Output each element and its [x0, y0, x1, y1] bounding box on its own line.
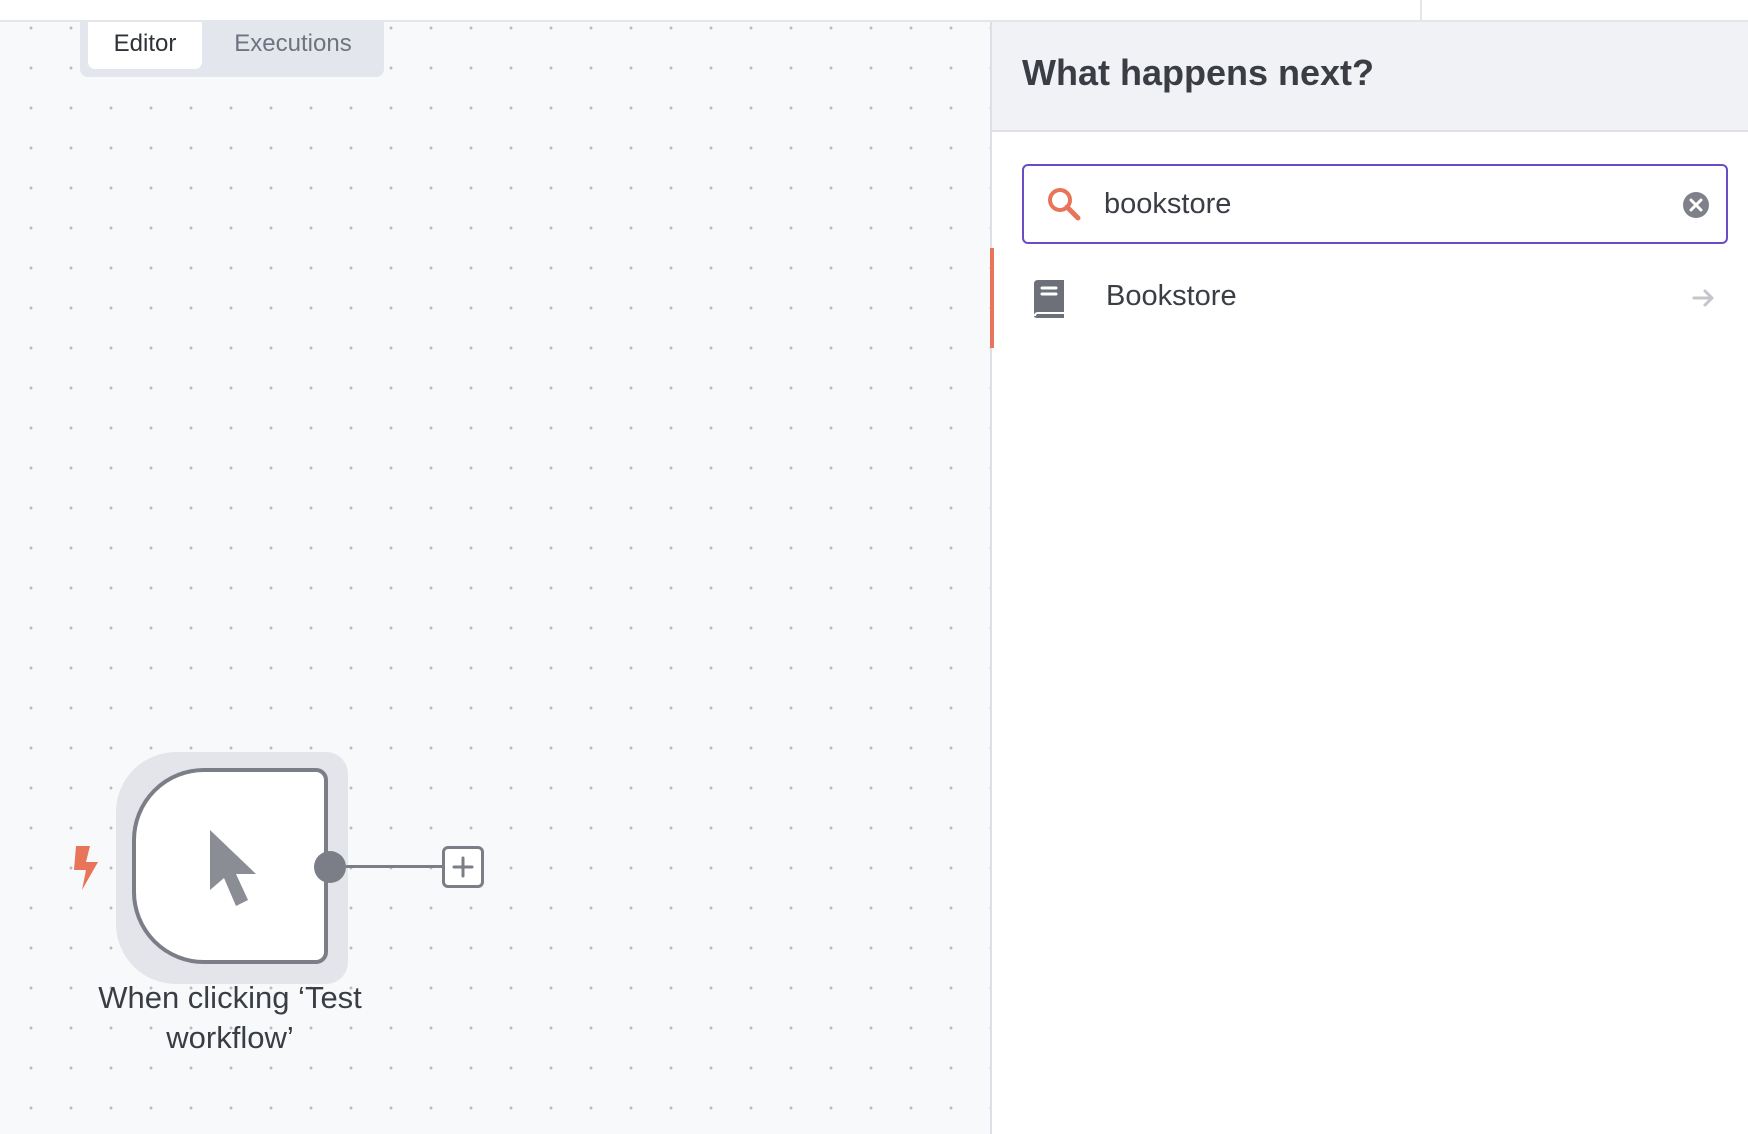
workflow-canvas[interactable]: Editor Executions When clicking ‘Test wo…	[0, 22, 990, 1134]
editor-tabs: Editor Executions	[80, 22, 384, 77]
top-bar	[0, 0, 1748, 22]
arrow-right-icon	[1692, 289, 1714, 307]
book-icon	[1034, 280, 1064, 318]
top-bar-divider	[1420, 0, 1422, 20]
plus-icon	[452, 856, 474, 878]
node-creator-panel: What happens next? Bookstore	[990, 22, 1748, 1134]
result-label: Bookstore	[1106, 280, 1237, 312]
tab-editor[interactable]: Editor	[88, 22, 202, 69]
output-connector[interactable]	[314, 851, 346, 883]
node-label: When clicking ‘Test workflow’	[98, 980, 362, 1055]
result-item-bookstore[interactable]: Bookstore	[990, 248, 1748, 348]
add-node-button[interactable]	[442, 846, 484, 888]
panel-header: What happens next?	[992, 22, 1748, 132]
search-box[interactable]	[1022, 164, 1728, 244]
search-input[interactable]	[1104, 182, 1664, 226]
bolt-icon	[74, 846, 98, 890]
manual-trigger-node[interactable]	[132, 768, 328, 964]
mouse-pointer-icon	[210, 830, 256, 906]
connector-line	[346, 865, 442, 868]
panel-title: What happens next?	[1022, 52, 1375, 93]
clear-search-icon[interactable]	[1682, 191, 1710, 219]
result-active-indicator	[990, 248, 994, 348]
search-icon	[1048, 188, 1081, 221]
tab-executions[interactable]: Executions	[208, 22, 378, 69]
